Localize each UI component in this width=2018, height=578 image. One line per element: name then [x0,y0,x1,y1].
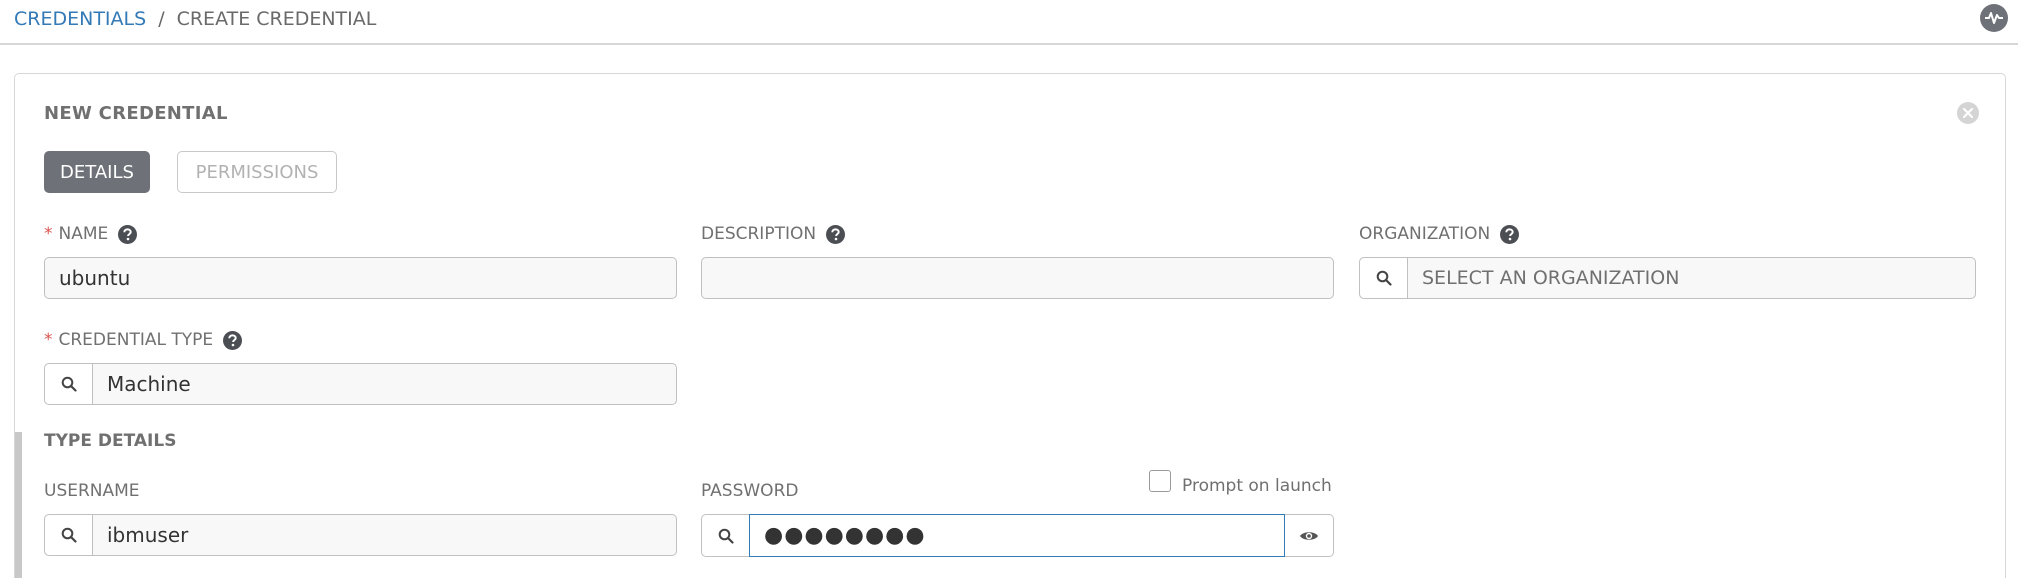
show-password-button[interactable] [1285,514,1334,557]
search-icon [61,527,77,543]
name-help-icon[interactable] [118,224,138,244]
credential-type-search-button[interactable] [45,364,93,404]
required-mark: * [44,330,53,350]
top-bar: CREDENTIALS / CREATE CREDENTIAL [0,0,2018,45]
organization-help-icon[interactable] [1500,224,1520,244]
description-input[interactable] [701,257,1334,299]
search-icon [1376,270,1392,286]
organization-label: ORGANIZATION [1359,224,1520,244]
prompt-on-launch-checkbox[interactable] [1149,470,1171,492]
prompt-on-launch-label: Prompt on launch [1182,476,1332,496]
organization-input[interactable]: SELECT AN ORGANIZATION [1408,258,1975,298]
organization-lookup: SELECT AN ORGANIZATION [1359,257,1976,299]
required-mark: * [44,224,53,244]
username-lookup: ibmuser [44,514,677,556]
breadcrumb-separator: / [158,8,165,30]
new-credential-panel: NEW CREDENTIAL DETAILS PERMISSIONS * NAM… [14,73,2006,578]
type-details-bar [15,432,22,578]
credential-type-label: * CREDENTIAL TYPE [44,330,243,350]
breadcrumb: CREDENTIALS / CREATE CREDENTIAL [14,8,376,30]
tab-permissions[interactable]: PERMISSIONS [177,151,337,193]
password-input[interactable]: ●●●●●●●● [749,514,1285,557]
password-search-button[interactable] [701,514,749,557]
breadcrumb-credentials-link[interactable]: CREDENTIALS [14,8,146,30]
close-button[interactable] [1957,102,1979,124]
description-label: DESCRIPTION [701,224,846,244]
search-icon [61,376,77,392]
activity-stream-icon [1985,12,2003,24]
username-search-button[interactable] [45,515,93,555]
name-input[interactable]: ubuntu [44,257,677,299]
credential-type-input[interactable]: Machine [93,364,676,404]
eye-icon [1300,531,1318,540]
password-group: ●●●●●●●● [701,514,1334,557]
panel-title: NEW CREDENTIAL [44,103,228,124]
name-label: * NAME [44,224,138,244]
prompt-on-launch[interactable]: Prompt on launch [1149,470,1332,496]
organization-label-text: ORGANIZATION [1359,224,1491,244]
close-icon [1962,107,1974,119]
credential-type-label-text: CREDENTIAL TYPE [58,330,214,350]
name-label-text: NAME [58,224,109,244]
tab-details[interactable]: DETAILS [44,151,150,193]
activity-stream-button[interactable] [1980,4,2008,32]
organization-search-button[interactable] [1360,258,1408,298]
password-label: PASSWORD [701,481,799,501]
type-details-title: TYPE DETAILS [44,431,177,451]
description-help-icon[interactable] [826,224,846,244]
username-input[interactable]: ibmuser [93,515,676,555]
description-label-text: DESCRIPTION [701,224,817,244]
credential-type-lookup: Machine [44,363,677,405]
username-label: USERNAME [44,481,140,501]
breadcrumb-current: CREATE CREDENTIAL [176,8,377,30]
search-icon [718,528,734,544]
credential-type-help-icon[interactable] [223,330,243,350]
